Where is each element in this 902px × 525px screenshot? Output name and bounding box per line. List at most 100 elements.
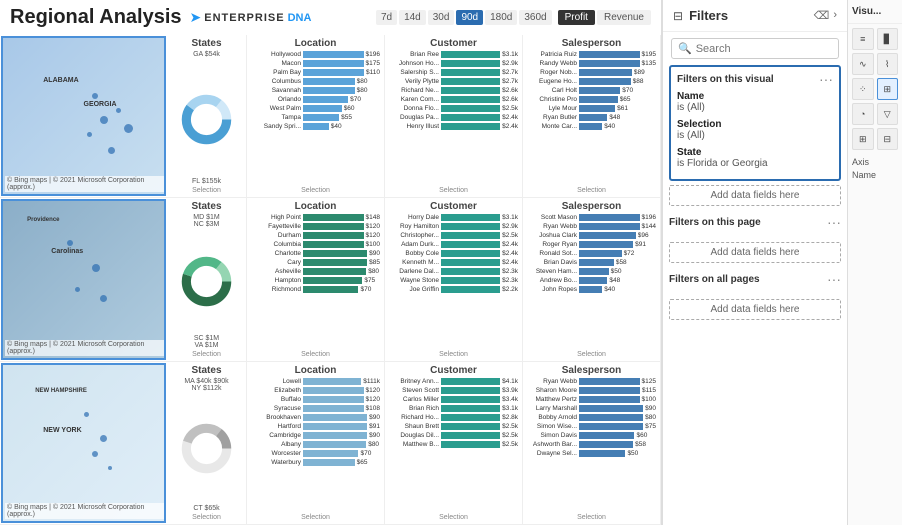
bar-row: Eugene Ho...$88: [527, 78, 656, 85]
viz-icon-bar[interactable]: ▊: [877, 28, 899, 50]
bar-val: $60: [344, 105, 355, 112]
bar-name: Matthew Pertz: [527, 396, 577, 403]
viz-icon-map[interactable]: ⊞: [877, 78, 899, 100]
bar-fill: [303, 214, 364, 221]
bar-row: Wayne Stone$2.3k: [389, 277, 518, 284]
bar-val: $3.9k: [502, 387, 518, 394]
bar-val: $120: [366, 396, 380, 403]
bar-name: Steven Scott: [389, 387, 439, 394]
viz-icon-matrix[interactable]: ⊟: [877, 128, 899, 150]
bar-name: Donna Flo...: [389, 105, 439, 112]
time-btn-360d[interactable]: 360d: [519, 10, 551, 25]
bar-val: $120: [366, 387, 380, 394]
md-label-2: MD $1M: [193, 214, 219, 221]
viz-icon-stacked-bar[interactable]: ≡: [852, 28, 874, 50]
add-fields-all-button[interactable]: Add data fields here: [669, 299, 841, 320]
map-dot: [92, 93, 98, 99]
map-dot: [108, 466, 112, 470]
time-btn-7d[interactable]: 7d: [376, 10, 397, 25]
time-btn-90d[interactable]: 90d: [456, 10, 483, 25]
bar-fill: [303, 378, 361, 385]
state-label-georgia: GEORGIA: [84, 101, 117, 108]
bar-fill: [303, 450, 358, 457]
location-bars-1: Hollywood$196 Macon$175 Palm Bay$110 Col…: [251, 51, 380, 187]
salesperson-title-2: Salesperson: [527, 201, 656, 212]
bar-val: $2.6k: [502, 87, 518, 94]
viz-icon-table[interactable]: ⊞: [852, 128, 874, 150]
bar-row: Joe Griffin$2.2k: [389, 286, 518, 293]
bar-fill: [579, 423, 643, 430]
bar-val: $70: [360, 286, 371, 293]
bar-row: Hampton$75: [251, 277, 380, 284]
location-panel-3: Location Lowell$111k Elizabeth$120 Buffa…: [247, 362, 385, 524]
bar-val: $65: [357, 459, 368, 466]
bar-name: Worcester: [251, 450, 301, 457]
time-btn-14d[interactable]: 14d: [399, 10, 426, 25]
viz-icon-line[interactable]: ∿: [852, 53, 874, 75]
salesperson-bars-3: Ryan Webb$125 Sharon Moore$115 Matthew P…: [527, 378, 656, 514]
bar-fill: [579, 405, 643, 412]
bar-row: Joshua Clark$96: [527, 232, 656, 239]
search-input[interactable]: [696, 43, 832, 55]
time-btn-30d[interactable]: 30d: [428, 10, 455, 25]
bar-fill: [303, 114, 339, 121]
bar-row: Darlene Dal...$2.3k: [389, 268, 518, 275]
bar-val: $2.3k: [502, 268, 518, 275]
location-title-3: Location: [251, 365, 380, 376]
revenue-button[interactable]: Revenue: [597, 10, 651, 25]
bar-row: Matthew Pertz$100: [527, 396, 656, 403]
bar-name: Johnson Ho...: [389, 60, 439, 67]
filters-on-visual-title: Filters on this visual: [677, 74, 774, 85]
page-more-options-icon[interactable]: ···: [827, 214, 841, 230]
add-fields-page-button[interactable]: Add data fields here: [669, 242, 841, 263]
bar-val: $2.4k: [502, 123, 518, 130]
bar-row: Hollywood$196: [251, 51, 380, 58]
donut-3: [179, 392, 234, 505]
bar-val: $50: [611, 268, 622, 275]
bar-fill: [579, 69, 632, 76]
customer-title-1: Customer: [389, 38, 518, 49]
bar-row: Scott Mason$196: [527, 214, 656, 221]
bar-row: Patricia Ruiz$195: [527, 51, 656, 58]
viz-icon-scatter[interactable]: ⁘: [852, 78, 874, 100]
bar-row: Brian Davis$58: [527, 259, 656, 266]
map-placeholder-3: NEW HAMPSHIRE NEW YORK © Bing maps | © 2…: [3, 365, 164, 521]
bar-row: Palm Bay$110: [251, 69, 380, 76]
more-options-icon[interactable]: ···: [819, 71, 833, 87]
bar-name: Ryan Webb: [527, 378, 577, 385]
chevron-right-icon[interactable]: ›: [833, 9, 837, 22]
bar-fill: [303, 387, 364, 394]
bar-fill: [303, 60, 364, 67]
bar-name: Syracuse: [251, 405, 301, 412]
eraser-icon[interactable]: ⌫: [814, 9, 830, 22]
bar-row: Roger Nob...$89: [527, 69, 656, 76]
bar-fill: [303, 96, 348, 103]
bar-val: $195: [642, 51, 656, 58]
bar-row: Elizabeth$120: [251, 387, 380, 394]
all-more-options-icon[interactable]: ···: [827, 271, 841, 287]
bar-val: $90: [369, 414, 380, 421]
bar-fill: [303, 277, 362, 284]
ny-label-3: NY $112k: [191, 385, 221, 392]
map-credit-3: © Bing maps | © 2021 Microsoft Corporati…: [5, 503, 164, 519]
bar-name: Lyle Mour: [527, 105, 577, 112]
viz-icon-area[interactable]: ⌇: [877, 53, 899, 75]
profit-button[interactable]: Profit: [558, 10, 595, 25]
grid-row-3: NEW HAMPSHIRE NEW YORK © Bing maps | © 2…: [0, 362, 661, 525]
add-fields-visual-button[interactable]: Add data fields here: [669, 185, 841, 206]
viz-icon-pie[interactable]: ◔: [852, 103, 874, 125]
filter-name-value: is (All): [677, 102, 833, 113]
viz-icon-funnel[interactable]: ▽: [877, 103, 899, 125]
location-bars-2: High Point$148 Fayetteville$120 Durham$1…: [251, 214, 380, 350]
viz-header: Visu...: [848, 0, 902, 24]
search-icon: 🔍: [678, 42, 692, 55]
bar-fill: [303, 87, 355, 94]
bar-row: Buffalo$120: [251, 396, 380, 403]
bar-name: Hampton: [251, 277, 301, 284]
bar-val: $48: [609, 114, 620, 121]
time-btn-180d[interactable]: 180d: [485, 10, 517, 25]
bar-fill: [303, 241, 364, 248]
ct-label-3: CT $65k: [193, 505, 219, 512]
bar-val: $2.4k: [502, 250, 518, 257]
customer-axis-2: Selection: [389, 351, 518, 358]
